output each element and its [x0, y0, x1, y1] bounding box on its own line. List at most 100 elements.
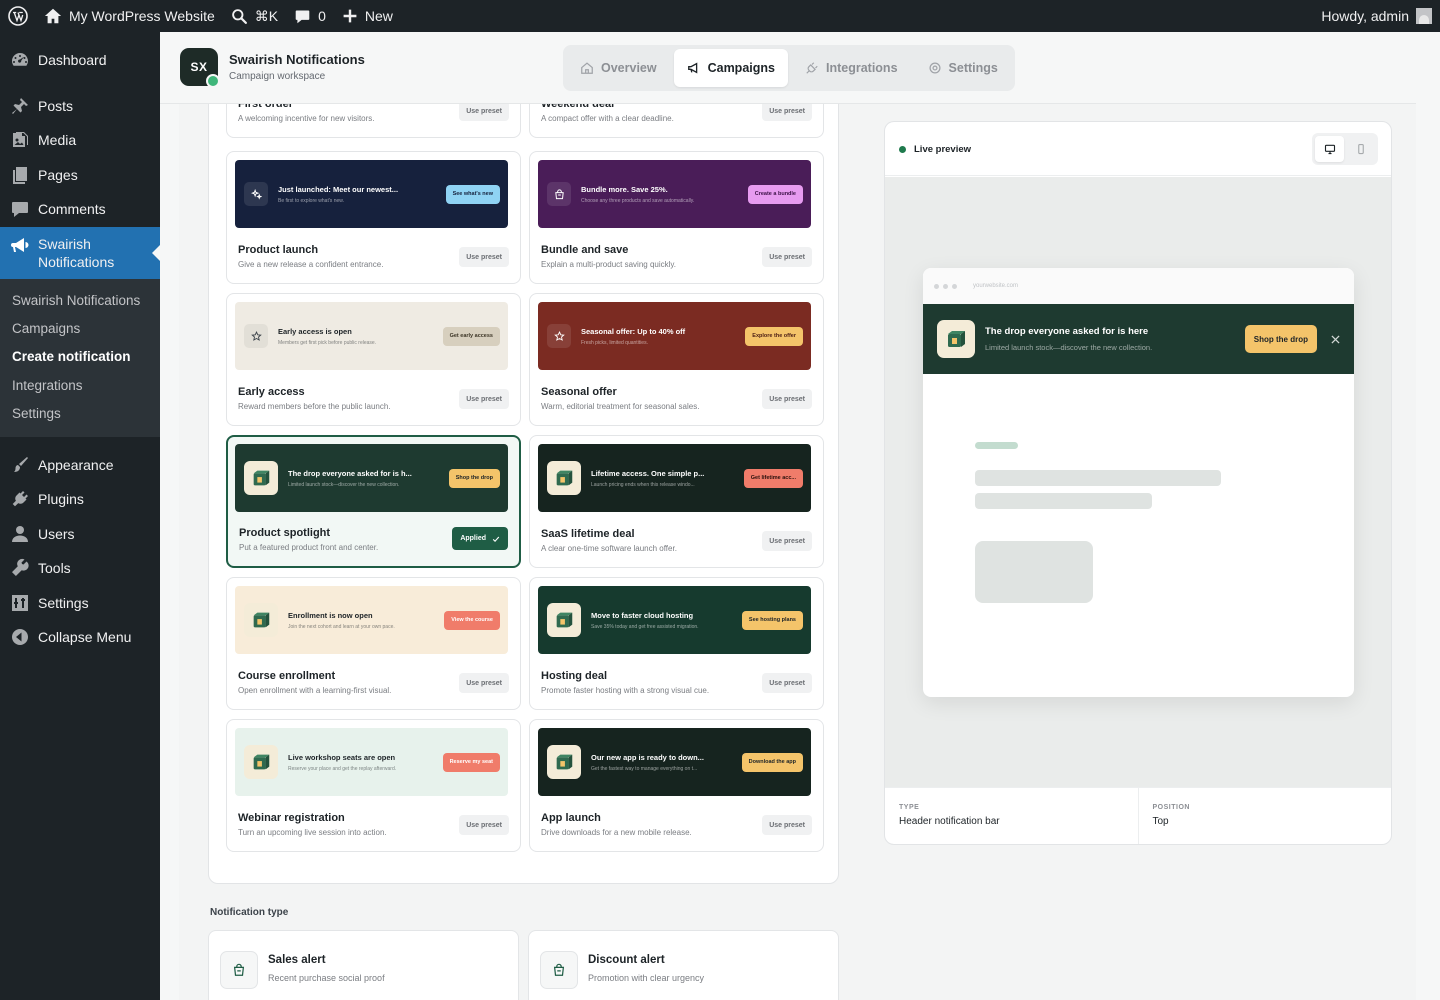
preset-banner-preview: Just launched: Meet our newest... Be firs…: [235, 160, 508, 228]
plus-icon: [342, 8, 358, 24]
banner-headline: Bundle more. Save 25%.: [581, 184, 668, 194]
banner-cta: Shop the drop: [448, 468, 500, 488]
app-subtitle: Campaign workspace: [229, 71, 326, 82]
notification-type-label: Notification type: [210, 907, 289, 918]
presets-panel: First order A welcoming incentive for new…: [208, 104, 839, 884]
preset-card[interactable]: Our new app is ready to down... Get the f…: [529, 719, 824, 852]
use-preset-button[interactable]: Use preset: [762, 389, 812, 409]
use-preset-button[interactable]: Use preset: [762, 815, 812, 835]
preset-card[interactable]: Seasonal offer: Up to 40% off Fresh picks…: [529, 293, 824, 426]
preset-card[interactable]: Weekend deal A compact offer with a clear…: [529, 104, 824, 138]
menu-media[interactable]: Media: [0, 123, 160, 158]
menu-dashboard[interactable]: Dashboard: [0, 43, 160, 78]
preset-card[interactable]: Live workshop seats are open Reserve your…: [226, 719, 521, 852]
app-title: Swairish Notifications: [229, 52, 365, 67]
menu-comments[interactable]: Comments: [0, 192, 160, 227]
home-icon: [44, 7, 62, 25]
menu-tools[interactable]: Tools: [0, 551, 160, 586]
close-icon[interactable]: [1331, 334, 1340, 344]
tab-overview-label: Overview: [601, 61, 657, 75]
tab-campaigns[interactable]: Campaigns: [673, 49, 788, 87]
menu-appearance[interactable]: Appearance: [0, 447, 160, 482]
banner-cta: View the course: [444, 610, 500, 630]
type-title: Discount alert: [588, 954, 665, 966]
menu-comments-label: Comments: [38, 201, 106, 218]
command-search[interactable]: ⌘K: [223, 0, 286, 32]
plug-icon: [805, 61, 819, 75]
preset-description: Explain a multi-product saving quickly.: [541, 260, 677, 269]
menu-appearance-label: Appearance: [38, 456, 114, 473]
use-preset-button[interactable]: Use preset: [762, 673, 812, 693]
preset-card[interactable]: Enrollment is now open Join the next coho…: [226, 577, 521, 710]
preview-stage: yourwebsite.com The drop everyone asked …: [885, 177, 1391, 787]
submenu-integrations[interactable]: Integrations: [0, 371, 160, 399]
menu-pages-label: Pages: [38, 166, 78, 183]
banner-headline: Early access is open: [278, 326, 352, 336]
comments-menu[interactable]: 0: [286, 0, 334, 32]
position-value: Top: [1152, 816, 1169, 827]
menu-swairish-notifications[interactable]: Swairish Notifications: [0, 226, 160, 279]
tab-integrations[interactable]: Integrations: [792, 49, 911, 87]
comment-bubble-icon: [10, 199, 30, 219]
preset-card[interactable]: Move to faster cloud hosting Save 35% tod…: [529, 577, 824, 710]
submenu-campaigns[interactable]: Campaigns: [0, 315, 160, 343]
account-menu[interactable]: Howdy, admin: [1313, 0, 1440, 32]
submenu-swairish-notifications[interactable]: Swairish Notifications: [0, 287, 160, 315]
checkmark-icon: [492, 535, 500, 543]
banner-headline: Move to faster cloud hosting: [591, 610, 694, 620]
preset-title: Weekend deal: [541, 104, 615, 110]
tab-settings[interactable]: Settings: [915, 49, 1011, 87]
use-preset-button[interactable]: Use preset: [459, 815, 509, 835]
preset-title: Early access: [238, 386, 305, 398]
use-preset-button[interactable]: Use preset: [762, 104, 812, 121]
menu-users[interactable]: Users: [0, 516, 160, 551]
app-header: SX Swairish Notifications Campaign works…: [160, 32, 1440, 104]
banner-subtext: Members get first pick before public rel…: [278, 339, 377, 346]
preview-cta-button[interactable]: Shop the drop: [1244, 325, 1317, 353]
preset-card[interactable]: Bundle more. Save 25%. Choose any three p…: [529, 151, 824, 284]
menu-settings-label: Settings: [38, 594, 89, 611]
type-card-sales-alert[interactable]: Sales alert Recent purchase social proof: [208, 930, 519, 1000]
submenu-settings[interactable]: Settings: [0, 399, 160, 427]
use-preset-button[interactable]: Use preset: [459, 104, 509, 121]
applied-button[interactable]: Applied: [452, 527, 508, 550]
mobile-view-button[interactable]: [1346, 136, 1375, 162]
preset-title: Webinar registration: [238, 812, 345, 824]
menu-plugins[interactable]: Plugins: [0, 482, 160, 517]
type-card-discount-alert[interactable]: Discount alert Promotion with clear urge…: [528, 930, 839, 1000]
wp-logo-menu[interactable]: [0, 0, 36, 32]
preset-card[interactable]: The drop everyone asked for is h... Limit…: [226, 435, 521, 568]
use-preset-button[interactable]: Use preset: [762, 531, 812, 551]
desktop-view-button[interactable]: [1315, 136, 1344, 162]
preset-card[interactable]: Lifetime access. One simple p... Launch p…: [529, 435, 824, 568]
banner-subtext: Get the fastest way to manage everything…: [591, 765, 698, 772]
menu-collapse[interactable]: Collapse Menu: [0, 620, 160, 655]
preset-title: SaaS lifetime deal: [541, 528, 635, 540]
live-preview-label: Live preview: [914, 144, 972, 155]
banner-headline: The drop everyone asked for is h...: [288, 468, 412, 478]
menu-settings[interactable]: Settings: [0, 585, 160, 620]
preset-title: First order: [238, 104, 294, 110]
menu-pages[interactable]: Pages: [0, 158, 160, 193]
shopping-bag-icon: [540, 951, 578, 989]
product-illustration-icon: [244, 461, 278, 495]
submenu-create-notification[interactable]: Create notification: [0, 343, 160, 371]
preset-card[interactable]: First order A welcoming incentive for new…: [226, 104, 521, 138]
preset-card[interactable]: Early access is open Members get first pi…: [226, 293, 521, 426]
use-preset-button[interactable]: Use preset: [459, 247, 509, 267]
preset-title: Course enrollment: [238, 670, 336, 682]
preset-card[interactable]: Just launched: Meet our newest... Be firs…: [226, 151, 521, 284]
plug-icon: [10, 489, 30, 509]
use-preset-button[interactable]: Use preset: [459, 673, 509, 693]
preset-banner-preview: Our new app is ready to down... Get the f…: [538, 728, 811, 796]
skeleton-line: [975, 442, 1018, 449]
preset-description: A welcoming incentive for new visitors.: [238, 114, 375, 123]
site-name-menu[interactable]: My WordPress Website: [36, 0, 223, 32]
new-content-menu[interactable]: New: [334, 0, 401, 32]
live-status-dot: [899, 146, 906, 153]
banner-cta: Create a bundle: [747, 184, 803, 204]
menu-posts[interactable]: Posts: [0, 89, 160, 124]
use-preset-button[interactable]: Use preset: [459, 389, 509, 409]
tab-overview[interactable]: Overview: [567, 49, 670, 87]
use-preset-button[interactable]: Use preset: [762, 247, 812, 267]
